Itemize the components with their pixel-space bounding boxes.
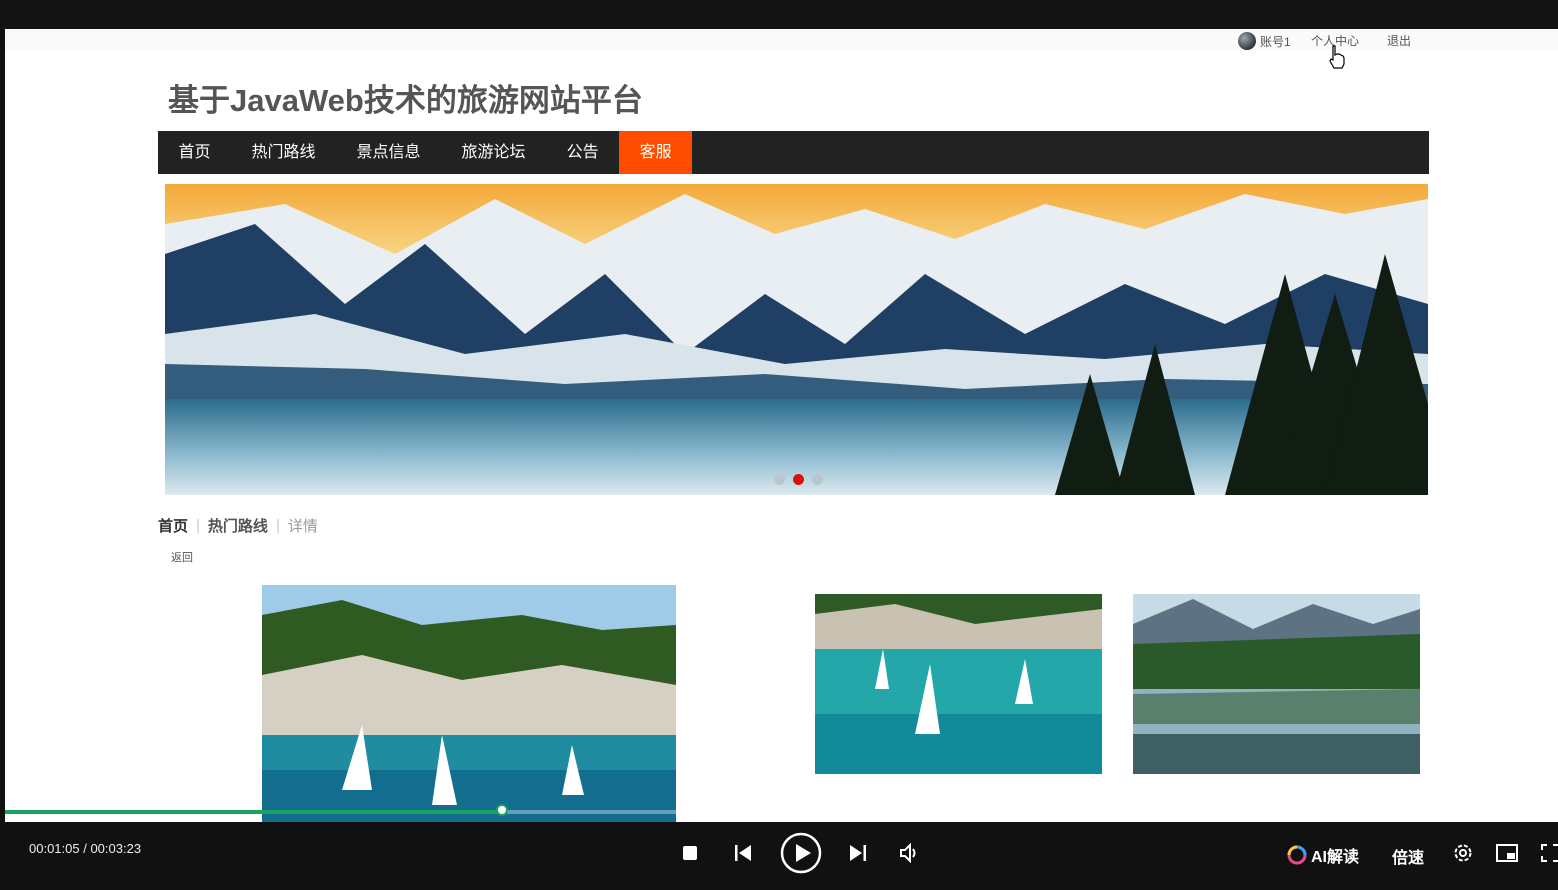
video-controls: 00:01:05 / 00:03:23 AI解读 倍速 — [5, 822, 1558, 890]
breadcrumb-home[interactable]: 首页 — [158, 515, 188, 536]
web-page: 账号1 个人中心 退出 基于JavaWeb技术的旅游网站平台 首页 热门路线 景点信… — [5, 29, 1558, 822]
speed-button[interactable]: 倍速 — [1392, 844, 1424, 868]
nav-item-2[interactable]: 景点信息 — [336, 131, 441, 174]
window-top-bar — [0, 0, 1558, 29]
hand-cursor-icon — [1329, 45, 1345, 69]
breadcrumb: 首页 | 热门路线 | 详情 — [158, 515, 318, 536]
fullscreen-icon — [1541, 844, 1558, 862]
picture-in-picture-icon — [1496, 844, 1518, 862]
picture-in-picture-button[interactable] — [1496, 843, 1518, 863]
play-button[interactable] — [780, 832, 822, 874]
banner-dot[interactable] — [774, 474, 785, 485]
avatar — [1238, 32, 1256, 50]
ai-interpret-label: AI解读 — [1311, 849, 1360, 866]
play-icon — [780, 832, 822, 874]
progress-fill — [5, 810, 502, 814]
banner-dot[interactable] — [812, 474, 823, 485]
ai-icon — [1287, 845, 1307, 865]
video-progress-bar[interactable] — [5, 804, 1558, 816]
logout-link[interactable]: 退出 — [1387, 32, 1411, 49]
thumbnail-cove[interactable] — [815, 594, 1102, 774]
thumbnail-lake[interactable] — [1133, 594, 1420, 774]
fullscreen-button[interactable] — [1540, 843, 1558, 863]
stop-icon — [683, 846, 697, 860]
next-button[interactable] — [848, 843, 868, 863]
nav-item-1[interactable]: 热门路线 — [231, 131, 336, 174]
main-nav: 首页 热门路线 景点信息 旅游论坛 公告 客服 — [158, 131, 1429, 174]
volume-icon — [900, 843, 916, 863]
account-link[interactable]: 账号1 — [1238, 32, 1291, 50]
nav-item-4[interactable]: 公告 — [546, 131, 619, 174]
cove-thumbnail-image — [815, 594, 1102, 774]
back-link[interactable]: 返回 — [171, 549, 193, 565]
progress-handle[interactable] — [496, 804, 508, 816]
nav-item-5[interactable]: 客服 — [619, 131, 693, 174]
next-icon — [850, 845, 866, 861]
breadcrumb-section[interactable]: 热门路线 — [208, 515, 268, 536]
previous-button[interactable] — [733, 843, 753, 863]
breadcrumb-separator: | — [196, 517, 200, 534]
settings-icon — [1454, 844, 1472, 862]
banner-dot[interactable] — [793, 474, 804, 485]
settings-button[interactable] — [1452, 842, 1474, 864]
previous-icon — [735, 845, 751, 861]
lake-thumbnail-image — [1133, 594, 1420, 774]
banner-dots — [774, 474, 823, 485]
time-display: 00:01:05 / 00:03:23 — [29, 841, 142, 856]
account-name: 账号1 — [1260, 34, 1291, 49]
breadcrumb-current: 详情 — [287, 518, 318, 535]
ai-interpret-button[interactable]: AI解读 — [1287, 843, 1359, 867]
main-photo[interactable] — [262, 585, 676, 822]
nav-item-3[interactable]: 旅游论坛 — [441, 131, 546, 174]
nav-item-0[interactable]: 首页 — [158, 131, 231, 174]
banner-slider[interactable] — [165, 184, 1428, 495]
volume-button[interactable] — [899, 843, 921, 863]
site-title: 基于JavaWeb技术的旅游网站平台 — [168, 83, 643, 118]
cove-image — [262, 585, 676, 822]
breadcrumb-separator: | — [275, 517, 280, 534]
stop-button[interactable] — [681, 844, 699, 862]
banner-image — [165, 184, 1428, 495]
